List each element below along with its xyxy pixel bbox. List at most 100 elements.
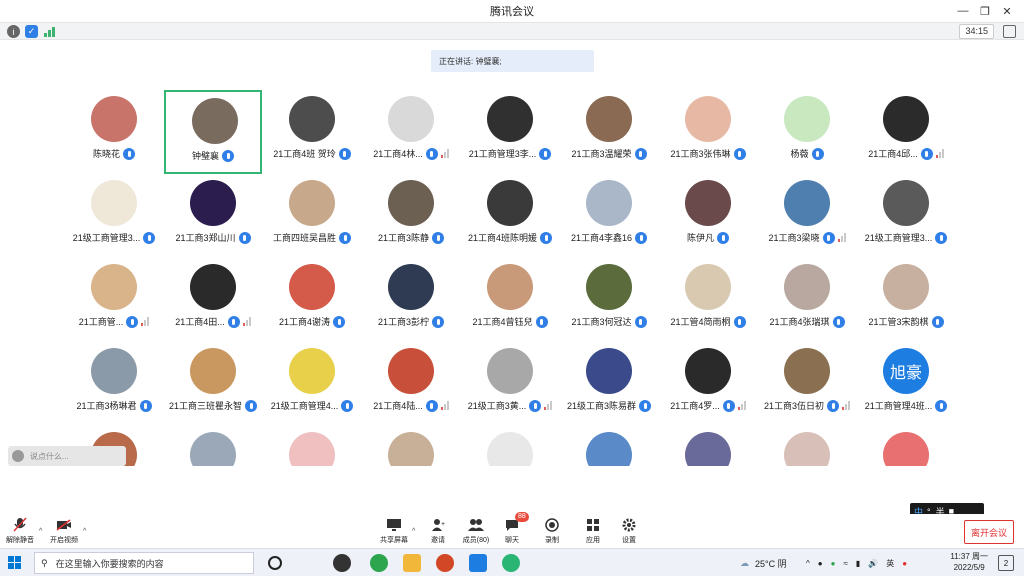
mic-icon — [935, 231, 948, 244]
fullscreen-icon[interactable] — [1003, 25, 1016, 38]
participant-tile[interactable]: 21工商3张伟琳 — [659, 90, 757, 174]
cortana-icon[interactable] — [268, 556, 282, 570]
meeting-timer: 34:15 — [959, 24, 994, 39]
emoji-icon[interactable] — [12, 450, 24, 462]
participant-tile[interactable]: 21工商管... — [65, 258, 163, 342]
participant-tile[interactable] — [758, 426, 856, 466]
video-options-icon[interactable]: ^ — [83, 528, 86, 535]
participant-avatar — [685, 264, 731, 310]
participant-tile[interactable]: 21工商3陈静 — [362, 174, 460, 258]
wechat-icon[interactable] — [502, 554, 520, 572]
participant-tile[interactable] — [560, 426, 658, 466]
record-button[interactable]: 录制 — [532, 514, 572, 548]
participant-tile[interactable]: 21级工商管理4... — [263, 342, 361, 426]
participant-tile[interactable]: 21工商三班瞿永智 — [164, 342, 262, 426]
participant-tile[interactable]: 21工商3郑山川 — [164, 174, 262, 258]
participant-tile[interactable]: 21级工商管理3... — [65, 174, 163, 258]
participant-tile[interactable]: 21工商4罗... — [659, 342, 757, 426]
participant-tile[interactable]: 21工商4曾钰兒 — [461, 258, 559, 342]
ime-tray-icon[interactable]: 英 — [886, 558, 894, 569]
chevron-up-icon[interactable]: ^ — [806, 559, 810, 568]
signal-icon[interactable] — [43, 25, 56, 38]
video-button[interactable]: 开启视频 — [44, 514, 84, 548]
signal-strength-icon — [242, 317, 251, 326]
tencent-meeting-icon[interactable] — [469, 554, 487, 572]
app-pinwheel-icon[interactable] — [333, 554, 351, 572]
apps-button[interactable]: 应用 — [573, 514, 613, 548]
share-options-icon[interactable]: ^ — [412, 528, 415, 535]
volume-icon[interactable]: 🔊 — [868, 559, 878, 568]
mic-tray-icon[interactable]: ● — [818, 559, 823, 568]
mute-options-icon[interactable]: ^ — [39, 528, 42, 535]
participant-avatar — [289, 264, 335, 310]
participant-tile[interactable] — [164, 426, 262, 466]
leave-meeting-button[interactable]: 离开会议 — [964, 520, 1014, 544]
participant-tile[interactable]: 旭豪 21工商管理4班... — [857, 342, 955, 426]
minimize-icon[interactable]: — — [952, 2, 974, 20]
participant-tile[interactable]: 钟璧襄 — [164, 90, 262, 174]
participant-avatar — [586, 180, 632, 226]
participant-tile[interactable]: 杨薇 — [758, 90, 856, 174]
participant-tile[interactable] — [461, 426, 559, 466]
participant-tile[interactable]: 21工商4班陈明媛 — [461, 174, 559, 258]
participant-tile[interactable]: 21工商3伍日初 — [758, 342, 856, 426]
participant-tile[interactable]: 21工商4张瑞琪 — [758, 258, 856, 342]
battery-icon[interactable]: ▮ — [856, 559, 860, 568]
participant-name-row: 21工商4邱... — [847, 147, 965, 160]
participant-tile[interactable]: 21工商4谢涛 — [263, 258, 361, 342]
taskbar-search-input[interactable]: ⚲ 在这里输入你要搜索的内容 — [34, 552, 254, 574]
shield-icon[interactable]: ✓ — [25, 25, 38, 38]
info-icon[interactable]: i — [7, 25, 20, 38]
participant-tile[interactable]: 21工商3梁晓 — [758, 174, 856, 258]
members-button[interactable]: 成员(80) — [456, 514, 496, 548]
participant-name: 21工商3温耀荣 — [571, 149, 632, 159]
participant-name-row: 21工管3宋韵棋 — [847, 315, 965, 328]
participant-tile[interactable]: 21工管3宋韵棋 — [857, 258, 955, 342]
participant-tile[interactable]: 工商四班吴昌胜 — [263, 174, 361, 258]
participant-tile[interactable] — [857, 426, 955, 466]
taskbar-clock[interactable]: 11:37 周一 2022/5/9 — [950, 551, 988, 573]
app-tray-icon[interactable]: ● — [831, 559, 836, 568]
app-tray-icon-2[interactable]: ● — [902, 559, 907, 568]
participant-tile[interactable]: 21工商3温耀荣 — [560, 90, 658, 174]
participant-tile[interactable]: 陈晓花 — [65, 90, 163, 174]
invite-button[interactable]: + 邀请 — [418, 514, 458, 548]
participant-tile[interactable]: 21工商4林... — [362, 90, 460, 174]
participant-tile[interactable] — [263, 426, 361, 466]
participant-tile[interactable]: 21工商4班 贺玲 — [263, 90, 361, 174]
participant-tile[interactable] — [659, 426, 757, 466]
mute-button[interactable]: 解除静音 — [0, 514, 40, 548]
participant-tile[interactable]: 21工商3彭柠 — [362, 258, 460, 342]
settings-button[interactable]: 设置 — [609, 514, 649, 548]
file-explorer-icon[interactable] — [403, 554, 421, 572]
participant-tile[interactable]: 21工商4邱... — [857, 90, 955, 174]
chat-button[interactable]: 88 聊天 — [492, 512, 532, 548]
chat-input[interactable]: 说点什么... — [8, 446, 126, 466]
participant-name: 工商四班吴昌胜 — [272, 233, 336, 243]
participant-tile[interactable]: 21工商4陆... — [362, 342, 460, 426]
participant-tile[interactable]: 21工商4田... — [164, 258, 262, 342]
browser-icon[interactable] — [370, 554, 388, 572]
wifi-icon[interactable]: ≈ — [843, 559, 847, 568]
participant-avatar — [487, 264, 533, 310]
restore-icon[interactable]: ❐ — [974, 2, 996, 20]
close-icon[interactable]: ✕ — [996, 2, 1018, 20]
title-bar: 腾讯会议 — ❐ ✕ — [0, 0, 1024, 22]
participant-tile[interactable]: 21级工商3黄... — [461, 342, 559, 426]
participant-tile[interactable]: 21工商3何冠达 — [560, 258, 658, 342]
participant-tile[interactable]: 21级工商管理3... — [857, 174, 955, 258]
share-screen-button[interactable]: 共享屏幕 — [374, 514, 414, 548]
participant-avatar — [586, 432, 632, 466]
weather-widget[interactable]: ☁ 25°C 阴 — [740, 549, 787, 577]
windows-start-icon[interactable] — [8, 556, 22, 570]
participant-tile[interactable] — [362, 426, 460, 466]
participant-tile[interactable]: 21工管4简雨桐 — [659, 258, 757, 342]
participant-tile[interactable]: 21级工商3陈易群 — [560, 342, 658, 426]
participant-tile[interactable]: 21工商4李鑫16 — [560, 174, 658, 258]
signal-strength-icon — [737, 401, 746, 410]
powerpoint-icon[interactable] — [436, 554, 454, 572]
participant-tile[interactable]: 21工商管理3李... — [461, 90, 559, 174]
participant-tile[interactable]: 21工商3杨琳君 — [65, 342, 163, 426]
notification-icon[interactable]: 2 — [998, 555, 1014, 571]
participant-tile[interactable]: 陈伊凡 — [659, 174, 757, 258]
